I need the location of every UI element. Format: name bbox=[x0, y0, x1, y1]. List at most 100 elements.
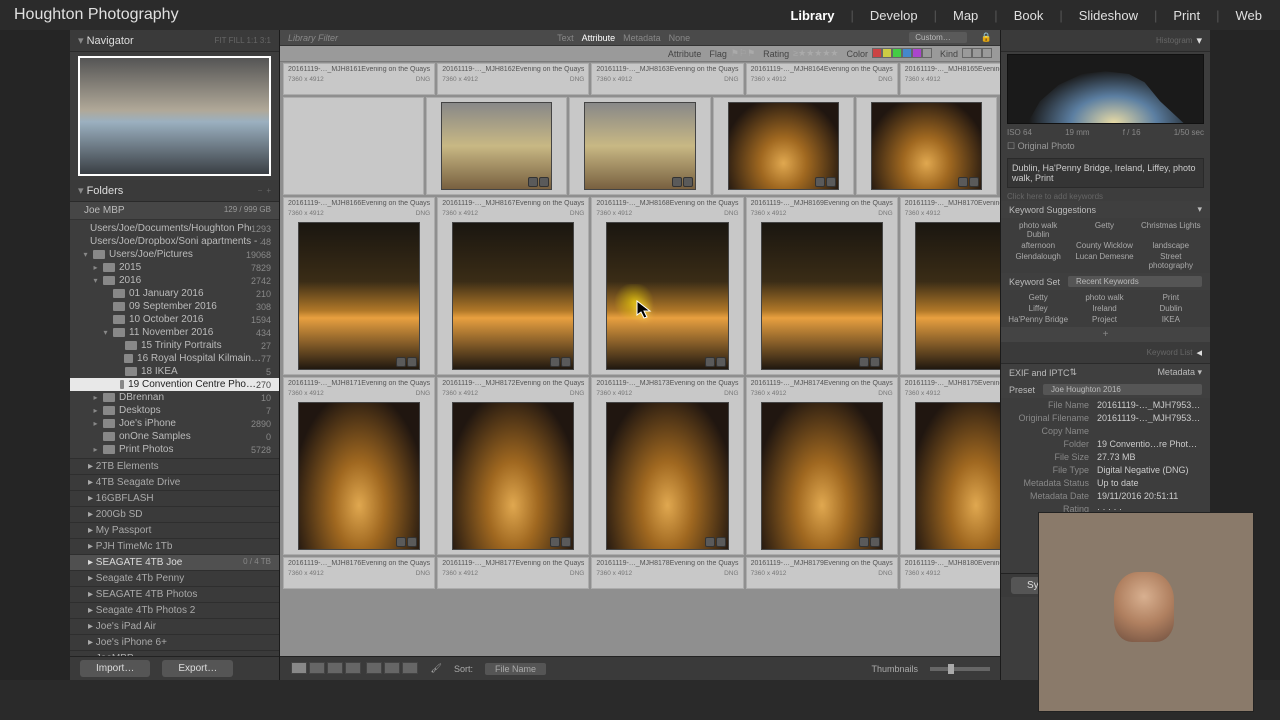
flag-filter[interactable]: ⚑⚐⚑ bbox=[731, 48, 755, 59]
grid-cell[interactable]: 20161119-…_MJH8175Evening on the Quays73… bbox=[900, 377, 1000, 555]
drive-item[interactable]: ▸ SEAGATE 4TB Joe0 / 4 TB bbox=[70, 554, 279, 570]
export-button[interactable]: Export… bbox=[162, 660, 233, 677]
thumbnail[interactable] bbox=[606, 402, 728, 550]
grid-view[interactable]: 20161119-…_MJH8161Evening on the Quays73… bbox=[280, 62, 1000, 656]
grid-cell[interactable]: 20161119-…_MJH8179Evening on the Quays73… bbox=[746, 557, 898, 589]
folder-item[interactable]: Users/Joe/Documents/Houghton Photo…1293 bbox=[70, 222, 279, 235]
drive-item[interactable]: ▸ 200Gb SD bbox=[70, 506, 279, 522]
filter-tab-attribute[interactable]: Attribute bbox=[582, 33, 616, 43]
drive-item[interactable]: ▸ Joe's iPhone 6+ bbox=[70, 634, 279, 650]
import-button[interactable]: Import… bbox=[80, 660, 150, 677]
keyword-suggestion[interactable]: Glendalough bbox=[1005, 251, 1071, 271]
drive-item[interactable]: ▸ PJH TimeMc 1Tb bbox=[70, 538, 279, 554]
grid-cell[interactable] bbox=[713, 97, 854, 195]
folder-item[interactable]: 01 January 2016210 bbox=[70, 287, 279, 300]
keyword-suggestion[interactable]: Christmas Lights bbox=[1138, 220, 1204, 240]
grid-cell[interactable]: 20161119-…_MJH8169Evening on the Quays73… bbox=[746, 197, 898, 375]
grid-cell[interactable] bbox=[426, 97, 567, 195]
navigator-header[interactable]: Navigator FIT FILL 1:1 3:1 bbox=[70, 30, 279, 52]
minus-icon[interactable]: − bbox=[258, 186, 263, 195]
drive-item[interactable]: ▸ My Passport bbox=[70, 522, 279, 538]
rating-filter[interactable]: ≥★★★★★ bbox=[793, 48, 838, 59]
thumbnail[interactable] bbox=[584, 102, 695, 190]
folder-item[interactable]: ▾Users/Joe/Pictures19068 bbox=[70, 248, 279, 261]
folder-item[interactable]: Users/Joe/Dropbox/Soni apartments - 2…48 bbox=[70, 235, 279, 248]
grid-cell[interactable]: 20161119-…_MJH8167Evening on the Quays73… bbox=[437, 197, 589, 375]
keyword-set-item[interactable]: Liffey bbox=[1005, 303, 1071, 314]
thumbnail[interactable] bbox=[915, 222, 1000, 370]
grid-cell[interactable]: 20161119-…_MJH8166Evening on the Quays73… bbox=[283, 197, 435, 375]
thumbnail[interactable] bbox=[606, 222, 728, 370]
thumbnail[interactable] bbox=[298, 402, 420, 550]
metadata-preset-dropdown[interactable]: Joe Houghton 2016 bbox=[1043, 384, 1202, 395]
module-library[interactable]: Library bbox=[786, 8, 838, 23]
grid-cell[interactable]: 20161119-…_MJH8180Evening on the Quays73… bbox=[900, 557, 1000, 589]
grid-cell[interactable] bbox=[569, 97, 710, 195]
folder-item[interactable]: ▸20157829 bbox=[70, 261, 279, 274]
thumbnail[interactable] bbox=[452, 402, 574, 550]
lock-icon[interactable]: 🔒 bbox=[981, 32, 992, 43]
kind-filter[interactable] bbox=[962, 48, 992, 60]
add-kwlist-icon[interactable]: + bbox=[1001, 327, 1210, 342]
grid-cell[interactable]: 20161119-…_MJH8174Evening on the Quays73… bbox=[746, 377, 898, 555]
module-book[interactable]: Book bbox=[1010, 8, 1048, 23]
folder-item[interactable]: 09 September 2016308 bbox=[70, 300, 279, 313]
folder-item[interactable]: ▸Joe's iPhone2890 bbox=[70, 417, 279, 430]
keyword-set-item[interactable]: Ireland bbox=[1071, 303, 1137, 314]
folder-item[interactable]: 16 Royal Hospital Kilmain…77 bbox=[70, 352, 279, 365]
thumbnail[interactable] bbox=[441, 102, 552, 190]
filter-tab-none[interactable]: None bbox=[669, 33, 691, 43]
thumbnail[interactable] bbox=[915, 402, 1000, 550]
grid-cell[interactable]: 20161119-…_MJH8163Evening on the Quays73… bbox=[591, 63, 743, 95]
grid-cell[interactable]: 20161119-…_MJH8170Evening on the Quays73… bbox=[900, 197, 1000, 375]
drive-item[interactable]: ▸ 2TB Elements bbox=[70, 458, 279, 474]
module-print[interactable]: Print bbox=[1169, 8, 1204, 23]
grid-cell[interactable]: 20161119-…_MJH8171Evening on the Quays73… bbox=[283, 377, 435, 555]
folders-header[interactable]: Folders −+ bbox=[70, 180, 279, 202]
drive-item[interactable]: ▸ Seagate 4Tb Photos 2 bbox=[70, 602, 279, 618]
thumbnail[interactable] bbox=[761, 222, 883, 370]
folder-item[interactable]: ▾11 November 2016434 bbox=[70, 326, 279, 339]
plus-icon[interactable]: + bbox=[266, 186, 271, 195]
grid-cell[interactable]: 20161119-…_MJH8162Evening on the Quays73… bbox=[437, 63, 589, 95]
folder-item[interactable]: 15 Trinity Portraits27 bbox=[70, 339, 279, 352]
drive-item[interactable]: ▸ 16GBFLASH bbox=[70, 490, 279, 506]
grid-cell[interactable]: 20161119-…_MJH8176Evening on the Quays73… bbox=[283, 557, 435, 589]
keyword-set-item[interactable]: Dublin bbox=[1138, 303, 1204, 314]
grid-cell[interactable] bbox=[856, 97, 997, 195]
grid-cell[interactable]: 20161119-…_MJH8168Evening on the Quays73… bbox=[591, 197, 743, 375]
thumbnail[interactable] bbox=[871, 102, 982, 190]
grid-cell[interactable]: 20161119-…_MJH8177Evening on the Quays73… bbox=[437, 557, 589, 589]
module-map[interactable]: Map bbox=[949, 8, 982, 23]
folder-item[interactable]: ▸DBrennan10 bbox=[70, 391, 279, 404]
keyword-set-item[interactable]: Ha'Penny Bridge bbox=[1005, 314, 1071, 325]
keyword-suggestion[interactable]: Street photography bbox=[1138, 251, 1204, 271]
filter-preset-dropdown[interactable]: Custom… bbox=[909, 32, 967, 43]
thumbnail[interactable] bbox=[452, 222, 574, 370]
keyword-suggestion[interactable]: Getty bbox=[1071, 220, 1137, 240]
thumbnail[interactable] bbox=[298, 222, 420, 370]
histogram-header[interactable]: Histogram ▾ bbox=[1001, 30, 1210, 52]
drive-item[interactable]: ▸ SEAGATE 4TB Photos bbox=[70, 586, 279, 602]
folder-item[interactable]: 18 IKEA5 bbox=[70, 365, 279, 378]
grid-cell[interactable]: 20161119-…_MJH8173Evening on the Quays73… bbox=[591, 377, 743, 555]
grid-cell[interactable]: 20161119-…_MJH8164Evening on the Quays73… bbox=[746, 63, 898, 95]
keyword-suggestion[interactable]: photo walk Dublin bbox=[1005, 220, 1071, 240]
filter-tab-metadata[interactable]: Metadata bbox=[623, 33, 661, 43]
drive-item[interactable]: ▸ Joe's iPad Air bbox=[70, 618, 279, 634]
keyword-suggestion[interactable]: Lucan Demesne bbox=[1071, 251, 1137, 271]
drive-item[interactable]: ▸ 4TB Seagate Drive bbox=[70, 474, 279, 490]
module-develop[interactable]: Develop bbox=[866, 8, 922, 23]
keywords-field[interactable]: Dublin, Ha'Penny Bridge, Ireland, Liffey… bbox=[1007, 158, 1204, 188]
chevron-down-icon[interactable]: ▾ bbox=[1197, 204, 1202, 215]
keyword-set-item[interactable]: Getty bbox=[1005, 292, 1071, 303]
keyword-set-dropdown[interactable]: Recent Keywords bbox=[1068, 276, 1202, 287]
sort-dropdown[interactable]: File Name bbox=[485, 663, 546, 675]
folder-item[interactable]: onOne Samples0 bbox=[70, 430, 279, 443]
thumbnail[interactable] bbox=[761, 402, 883, 550]
folder-item[interactable]: ▾20162742 bbox=[70, 274, 279, 287]
grid-cell[interactable]: 20161119-…_MJH8178Evening on the Quays73… bbox=[591, 557, 743, 589]
grid-cell[interactable] bbox=[283, 97, 424, 195]
keyword-set-item[interactable]: Print bbox=[1138, 292, 1204, 303]
painter-icon[interactable]: 🖌 bbox=[431, 663, 442, 674]
